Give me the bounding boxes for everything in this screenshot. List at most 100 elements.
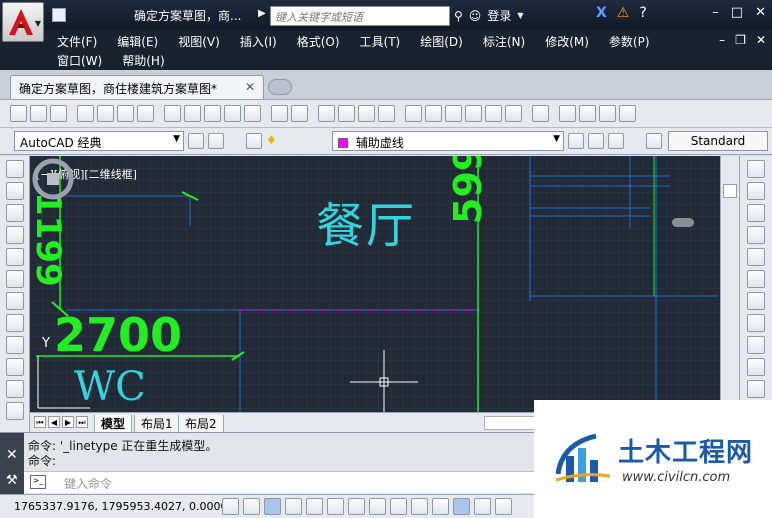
transparency-icon[interactable] <box>453 498 470 515</box>
menu-item[interactable]: 工具(T) <box>360 33 401 50</box>
menu-item[interactable]: 插入(I) <box>240 33 277 50</box>
save-icon[interactable] <box>50 105 67 122</box>
menu-item[interactable]: 修改(M) <box>545 33 589 50</box>
search-input[interactable]: 键入关键字或短语 <box>270 6 450 26</box>
ordinate-dimension-icon[interactable] <box>619 105 636 122</box>
undo-icon[interactable] <box>271 105 288 122</box>
spline-icon[interactable] <box>5 336 24 354</box>
close-tab-icon[interactable]: ✕ <box>245 80 255 94</box>
menu-item[interactable]: 文件(F) <box>57 33 97 50</box>
minimize-icon[interactable]: – <box>712 5 719 20</box>
menu-item[interactable]: 视图(V) <box>178 33 220 50</box>
title-expand-icon[interactable]: ▶ <box>258 8 266 19</box>
tab-layout2[interactable]: 布局2 <box>178 415 224 433</box>
coordinates-readout[interactable]: 1765337.9176, 1795953.4027, 0.0000 <box>14 500 227 513</box>
menu-item[interactable]: 编辑(E) <box>117 33 158 50</box>
3d-object-snap-icon[interactable] <box>348 498 365 515</box>
quick-properties-icon[interactable] <box>474 498 491 515</box>
trim-icon[interactable] <box>747 358 765 376</box>
extend-icon[interactable] <box>747 380 765 398</box>
lightbulb-icon[interactable]: ♦ <box>266 133 277 149</box>
open-icon[interactable] <box>30 105 47 122</box>
markup-icon[interactable] <box>485 105 502 122</box>
copy-icon[interactable] <box>184 105 201 122</box>
stretch-icon[interactable] <box>747 336 765 354</box>
zoom-previous-icon[interactable] <box>378 105 395 122</box>
infer-constraints-icon[interactable] <box>222 498 239 515</box>
mirror-icon[interactable] <box>747 204 765 222</box>
snap-mode-icon[interactable] <box>243 498 260 515</box>
sun-icon[interactable] <box>280 133 290 149</box>
arc-icon[interactable] <box>5 270 24 288</box>
polyline-icon[interactable] <box>5 204 24 222</box>
prev-tab-icon[interactable]: ◀ <box>48 416 60 428</box>
zoom-window-icon[interactable] <box>358 105 375 122</box>
close-icon[interactable]: ✕ <box>755 5 766 20</box>
publish-icon[interactable] <box>137 105 154 122</box>
make-current-icon[interactable] <box>568 133 584 149</box>
menu-item[interactable]: 帮助(H) <box>122 52 164 69</box>
brush-icon[interactable] <box>244 105 261 122</box>
alert-icon[interactable]: ⚠ <box>617 5 630 21</box>
menu-item[interactable]: 窗口(W) <box>57 52 102 69</box>
layer-states-icon[interactable] <box>608 133 624 149</box>
new-tab-button[interactable] <box>268 79 292 95</box>
lineweight-icon[interactable] <box>432 498 449 515</box>
dynamic-ucs-icon[interactable] <box>390 498 407 515</box>
print-icon[interactable] <box>77 105 94 122</box>
wrench-icon[interactable]: ⚒ <box>6 473 18 488</box>
layer-properties-icon[interactable] <box>246 133 262 149</box>
document-tab[interactable]: 确定方案草图，商住楼建筑方案草图* ✕ <box>10 75 264 99</box>
help-icon[interactable]: ? <box>639 5 646 21</box>
construction-line-icon[interactable] <box>5 182 24 200</box>
dynamic-input-icon[interactable] <box>411 498 428 515</box>
layer-previous-icon[interactable] <box>588 133 604 149</box>
sheet-set-icon[interactable] <box>465 105 482 122</box>
login-area[interactable]: ⚲ ☺ 登录 ▼ <box>454 7 523 24</box>
match-properties-icon[interactable] <box>224 105 241 122</box>
maximize-icon[interactable]: □ <box>731 5 743 20</box>
pan-icon[interactable] <box>318 105 335 122</box>
insert-block-icon[interactable] <box>5 402 24 420</box>
new-icon[interactable] <box>10 105 27 122</box>
last-tab-icon[interactable]: ⏭ <box>76 416 88 428</box>
zoom-realtime-icon[interactable] <box>338 105 355 122</box>
workspace-select[interactable]: AutoCAD 经典 ▼ <box>14 131 184 151</box>
binoculars-icon[interactable]: ⚲ <box>454 9 463 23</box>
print-preview-icon[interactable] <box>97 105 114 122</box>
object-snap-icon[interactable] <box>327 498 344 515</box>
offset-icon[interactable] <box>747 226 765 244</box>
polar-tracking-icon[interactable] <box>306 498 323 515</box>
linear-dimension-icon[interactable] <box>559 105 576 122</box>
aligned-dimension-icon[interactable] <box>579 105 596 122</box>
grid-display-icon[interactable] <box>264 498 281 515</box>
scrollbar-thumb[interactable] <box>723 184 737 198</box>
application-menu-button[interactable]: ▼ <box>2 2 44 42</box>
calculator-icon[interactable] <box>505 105 522 122</box>
doc-minimize-icon[interactable]: – <box>719 33 725 47</box>
ellipse-arc-icon[interactable] <box>5 380 24 398</box>
workspace-maximize-icon[interactable] <box>208 133 224 149</box>
help-icon[interactable] <box>532 105 549 122</box>
text-style-icon[interactable] <box>646 133 662 149</box>
revision-cloud-icon[interactable] <box>5 314 24 332</box>
tab-model[interactable]: 模型 <box>94 415 133 433</box>
selection-cycling-icon[interactable] <box>495 498 512 515</box>
login-button[interactable]: 登录 <box>487 7 511 24</box>
doc-close-icon[interactable]: ✕ <box>756 33 766 47</box>
design-center-icon[interactable] <box>425 105 442 122</box>
properties-icon[interactable] <box>405 105 422 122</box>
erase-icon[interactable] <box>747 160 765 178</box>
paste-icon[interactable] <box>204 105 221 122</box>
workspace-settings-icon[interactable] <box>188 133 204 149</box>
user-icon[interactable]: ☺ <box>469 9 482 23</box>
circle-icon[interactable] <box>5 292 24 310</box>
close-command-icon[interactable]: ✕ <box>6 447 18 463</box>
array-icon[interactable] <box>747 248 765 266</box>
exchange-icon[interactable]: X <box>596 5 607 21</box>
arc-length-icon[interactable] <box>599 105 616 122</box>
tab-layout1[interactable]: 布局1 <box>134 415 180 433</box>
copy-object-icon[interactable] <box>747 182 765 200</box>
cut-icon[interactable] <box>164 105 181 122</box>
redo-icon[interactable] <box>291 105 308 122</box>
